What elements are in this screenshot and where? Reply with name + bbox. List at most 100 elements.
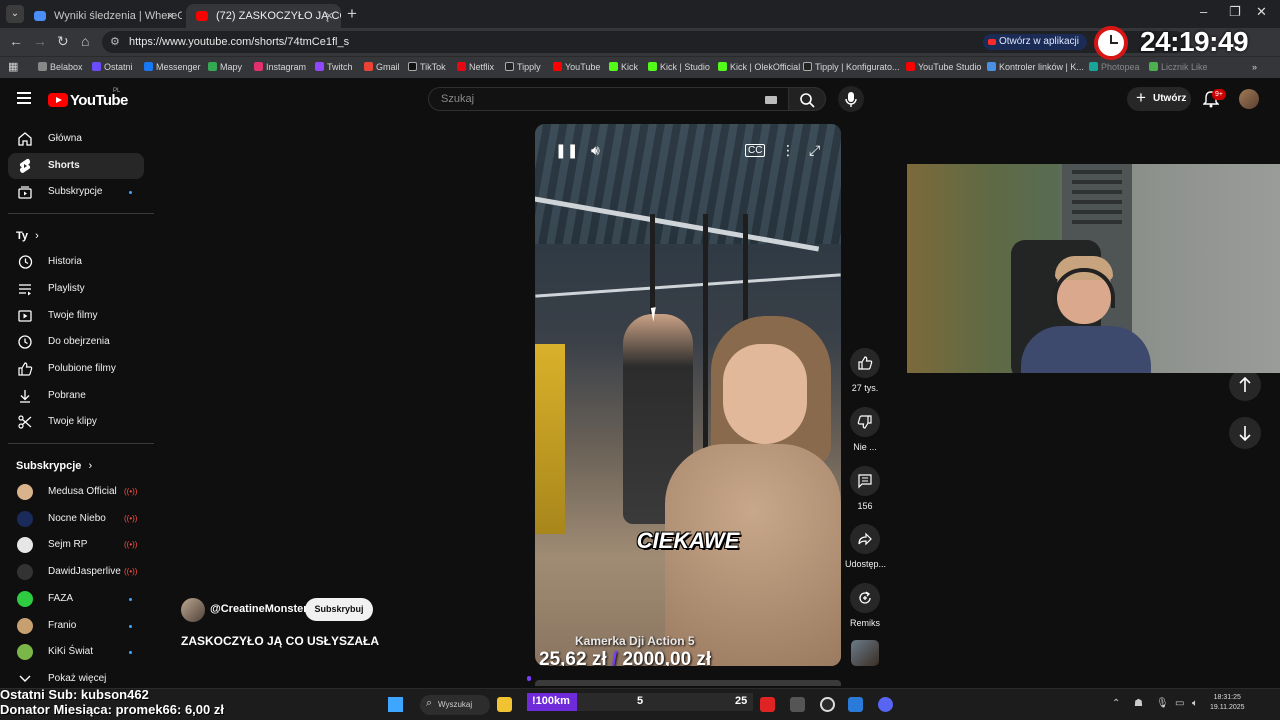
apps-grid-icon[interactable]: ▦ xyxy=(8,60,18,73)
obs-icon[interactable] xyxy=(820,697,835,712)
new-tab-button[interactable]: + xyxy=(347,4,357,24)
tray-app-icon[interactable]: ☗ xyxy=(1134,698,1143,709)
pause-icon[interactable]: ❚❚ xyxy=(555,142,578,159)
guide-item-label: Twoje filmy xyxy=(48,310,98,321)
guide-item-your-clips[interactable]: Twoje klipy xyxy=(8,409,144,435)
guide-item-liked-videos[interactable]: Polubione filmy xyxy=(8,356,144,382)
subscribe-button[interactable]: Subskrybuj xyxy=(305,598,373,621)
bookmark-item[interactable]: Kontroler linków | K... xyxy=(987,62,1084,72)
guide-item-your-videos[interactable]: Twoje filmy xyxy=(8,303,144,329)
windows-start-icon[interactable] xyxy=(388,697,403,712)
open-in-app-button[interactable]: Otwórz w aplikacji xyxy=(982,34,1087,50)
bookmark-item[interactable]: Tipply xyxy=(505,62,541,72)
site-info-icon[interactable]: ⚙ xyxy=(110,35,120,48)
network-icon[interactable]: ▭ xyxy=(1175,698,1184,709)
guide-item-home[interactable]: Główna xyxy=(8,126,144,152)
bookmark-item[interactable]: Messenger xyxy=(144,62,201,72)
bookmark-item[interactable]: Mapy xyxy=(208,62,242,72)
channel-avatar[interactable] xyxy=(181,598,205,622)
guide-item-playlists[interactable]: Playlisty xyxy=(8,276,144,302)
channel-name[interactable]: @CreatineMonster xyxy=(210,603,308,615)
reload-icon[interactable]: ↻ xyxy=(57,33,69,50)
subscription-item[interactable]: Nocne Niebo ((•)) xyxy=(8,506,144,532)
maximize-window-icon[interactable]: ❐ xyxy=(1229,4,1241,20)
guide-item-downloads[interactable]: Pobrane xyxy=(8,383,144,409)
home-icon[interactable]: ⌂ xyxy=(81,33,89,49)
bookmark-item[interactable]: TikTok xyxy=(408,62,446,72)
bookmark-item[interactable]: YouTube Studio xyxy=(906,62,981,72)
guide-item-shorts[interactable]: Shorts xyxy=(8,153,144,179)
bookmark-item[interactable]: Gmail xyxy=(364,62,400,72)
tab-search-button[interactable]: ⌄ xyxy=(6,5,24,23)
tray-overflow-icon[interactable]: ⌃ xyxy=(1112,698,1120,709)
captions-icon[interactable]: CC xyxy=(745,144,766,157)
subscription-item[interactable]: Sejm RP ((•)) xyxy=(8,532,144,558)
volume-icon[interactable]: 🔊︎ xyxy=(591,142,600,159)
account-avatar[interactable] xyxy=(1239,89,1259,109)
like-button[interactable]: 27 tys. xyxy=(845,348,885,393)
subscriptions-section-link[interactable]: Subskrypcje › xyxy=(16,460,92,472)
subscription-item[interactable]: Franio xyxy=(8,613,144,639)
search-input[interactable]: Szukaj xyxy=(428,87,790,111)
guide-item-subscriptions[interactable]: Subskrypcje xyxy=(8,179,144,205)
fullscreen-icon[interactable]: ⤢ xyxy=(809,142,820,159)
window-app-icon[interactable] xyxy=(848,697,863,712)
guide-item-history[interactable]: Historia xyxy=(8,249,144,275)
subscription-item[interactable]: Medusa Official ((•)) xyxy=(8,479,144,505)
guide-menu-icon[interactable] xyxy=(17,92,31,104)
forward-icon[interactable]: → xyxy=(33,33,47,49)
like-icon xyxy=(18,362,33,376)
bookmark-item[interactable]: Kick xyxy=(609,62,638,72)
audio-source-thumbnail[interactable] xyxy=(851,640,879,666)
share-button[interactable]: Udostęp... xyxy=(845,524,886,569)
bookmark-item[interactable]: Belabox xyxy=(38,62,83,72)
close-tab-icon[interactable]: × xyxy=(325,8,333,23)
tab-youtube[interactable]: (72) ZASKOCZYŁO JĄ CO U × xyxy=(186,4,341,28)
microphone-tray-icon[interactable]: 🎙︎ xyxy=(1156,698,1169,709)
next-short-button[interactable] xyxy=(1229,417,1261,449)
system-clock[interactable]: 18:31:25 19.11.2025 xyxy=(1210,693,1245,713)
dislike-button[interactable]: Nie ... xyxy=(845,407,885,452)
bookmark-item[interactable]: Instagram xyxy=(254,62,306,72)
bookmark-item[interactable]: Netflix xyxy=(457,62,494,72)
speaker-icon[interactable]: 🔈︎ xyxy=(1192,698,1198,709)
bookmark-item[interactable]: Twitch xyxy=(315,62,353,72)
channel-avatar xyxy=(17,537,33,554)
file-explorer-icon[interactable] xyxy=(497,697,512,712)
guide-item-watch-later[interactable]: Do obejrzenia xyxy=(8,329,144,355)
remix-button[interactable]: Remiks xyxy=(845,583,885,628)
subscription-label: Medusa Official xyxy=(48,486,117,497)
bookmark-item[interactable]: YouTube xyxy=(553,62,600,72)
keyboard-icon[interactable] xyxy=(765,96,777,104)
comments-button[interactable]: 156 xyxy=(845,466,885,511)
voice-search-button[interactable] xyxy=(838,86,864,112)
live-indicator-icon: ((•)) xyxy=(124,567,138,577)
subscription-item[interactable]: KiKi Świat xyxy=(8,639,144,665)
bookmark-item[interactable]: Kick | Studio xyxy=(648,62,710,72)
subscription-item[interactable]: DawidJasperlive ((•)) xyxy=(8,559,144,585)
minimize-window-icon[interactable]: – xyxy=(1200,4,1207,19)
comment-count: 156 xyxy=(857,501,873,511)
youtube-favicon-icon xyxy=(196,11,208,21)
tab-wheregoes[interactable]: Wyniki śledzenia | WhereGoes × xyxy=(24,4,182,28)
discord-icon[interactable] xyxy=(878,697,893,712)
you-section-link[interactable]: Ty › xyxy=(16,230,39,242)
youtube-app-icon[interactable] xyxy=(760,697,775,712)
previous-short-button[interactable] xyxy=(1229,369,1261,401)
close-tab-icon[interactable]: × xyxy=(166,8,174,23)
bookmark-item[interactable]: Tipply | Konfigurato... xyxy=(803,62,900,72)
subscription-item[interactable]: FAZA xyxy=(8,586,144,612)
bookmark-item[interactable]: Ostatni xyxy=(92,62,133,72)
mouse-app-icon[interactable] xyxy=(790,697,805,712)
taskbar-search[interactable]: Wyszukaj xyxy=(420,695,490,715)
search-button[interactable] xyxy=(788,87,826,111)
video-progress-bar[interactable] xyxy=(527,674,840,682)
back-icon[interactable]: ← xyxy=(9,33,23,49)
shorts-video-player[interactable]: ❚❚ 🔊︎ CC ⋮ ⤢ CIEKAWE Kamerka Dji Action … xyxy=(535,124,841,666)
close-window-icon[interactable]: ✕ xyxy=(1256,4,1267,20)
create-button[interactable]: Utwórz xyxy=(1127,87,1191,111)
youtube-logo[interactable]: YouTube PL xyxy=(48,88,128,109)
more-options-icon[interactable]: ⋮ xyxy=(781,142,795,159)
bookmark-item[interactable]: Kick | OlekOfficial xyxy=(718,62,800,72)
address-bar[interactable]: ⚙ https://www.youtube.com/shorts/74tmCe1… xyxy=(102,31,1187,53)
